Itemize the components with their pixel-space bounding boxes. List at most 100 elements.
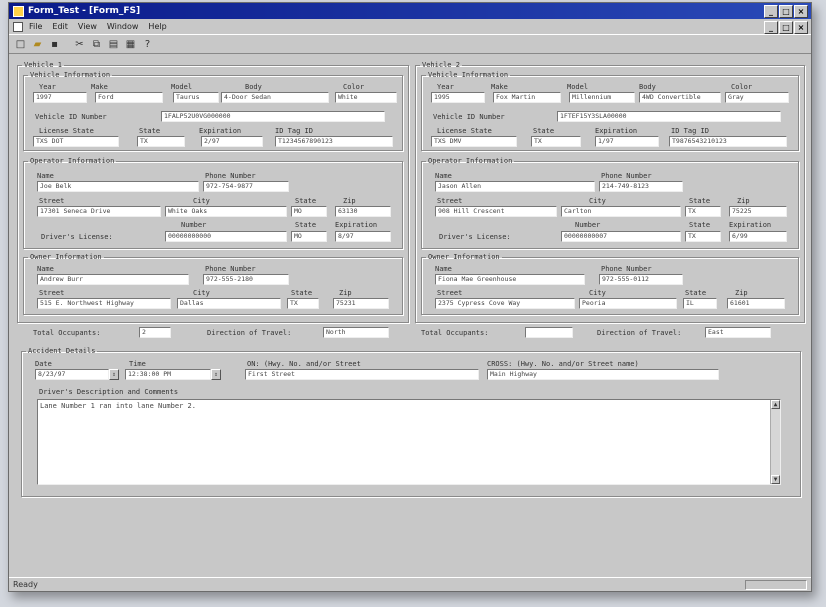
minimize-icon[interactable]: _ (764, 5, 778, 18)
v2-occupants-field[interactable] (525, 327, 573, 338)
app-icon (13, 5, 24, 17)
v2-occupants-label: Total Occupants: (421, 329, 489, 337)
scroll-down-icon[interactable]: ▼ (771, 475, 780, 484)
v2-tag-field[interactable]: T9876543210123 (669, 136, 787, 147)
help-icon[interactable]: ? (142, 39, 153, 50)
accident-time-field[interactable]: 12:38:00 PM (125, 369, 211, 380)
v1-own-zip-field[interactable]: 75231 (333, 298, 389, 309)
v1-license-state-label: License State (39, 127, 94, 135)
v1-direction-field[interactable]: North (323, 327, 389, 338)
narrative-textarea[interactable]: Lane Number 1 ran into lane Number 2. ▲ … (37, 399, 781, 485)
v1-op-state-label: State (295, 197, 317, 205)
time-spin-icon[interactable]: ⇕ (211, 369, 221, 380)
v1-dl-number-field[interactable]: 00000000000 (165, 231, 287, 242)
menu-view[interactable]: View (78, 22, 97, 31)
v1-license-state-field[interactable]: TXS DOT (33, 136, 119, 147)
copy-icon[interactable]: ⧉ (91, 39, 102, 50)
v2-color-field[interactable]: Gray (725, 92, 789, 103)
close-icon[interactable]: × (794, 5, 808, 18)
paste-icon[interactable]: ▤ (108, 39, 119, 50)
v2-own-phone-field[interactable]: 972-555-0112 (599, 274, 683, 285)
print-icon[interactable]: ▦ (125, 39, 136, 50)
menu-window[interactable]: Window (107, 22, 139, 31)
v2-own-name-field[interactable]: Fiona Mae Greenhouse (435, 274, 585, 285)
date-spin-icon[interactable]: ⇕ (109, 369, 119, 380)
v1-own-phone-field[interactable]: 972-555-2180 (203, 274, 289, 285)
vehicle2-info-legend: Vehicle Information (428, 71, 509, 79)
v2-op-zip-field[interactable]: 75225 (729, 206, 787, 217)
scroll-up-icon[interactable]: ▲ (771, 400, 780, 409)
v2-own-state-field[interactable]: IL (683, 298, 717, 309)
v1-own-street-field[interactable]: 515 E. Northwest Highway (37, 298, 171, 309)
v2-dl-expiration-field[interactable]: 6/99 (729, 231, 787, 242)
v2-direction-field[interactable]: East (705, 327, 771, 338)
v2-dl-number-field[interactable]: 00000000007 (561, 231, 681, 242)
v1-dl-expiration-field[interactable]: 8/97 (335, 231, 391, 242)
v2-own-zip-field[interactable]: 61601 (727, 298, 785, 309)
v2-own-city-field[interactable]: Peoria (579, 298, 677, 309)
v2-make-field[interactable]: Fox Martin (493, 92, 561, 103)
menu-edit[interactable]: Edit (52, 22, 68, 31)
v2-op-state-field[interactable]: TX (685, 206, 721, 217)
v1-own-city-field[interactable]: Dallas (177, 298, 281, 309)
menu-file[interactable]: File (29, 22, 42, 31)
v1-own-state-field[interactable]: TX (287, 298, 319, 309)
v2-license-state-field[interactable]: TXS DMV (431, 136, 517, 147)
v1-op-state-field[interactable]: MO (291, 206, 327, 217)
v1-op-name-field[interactable]: Joe Belk (37, 181, 199, 192)
v2-vin-field[interactable]: 1FTEF15Y3SLA00000 (557, 111, 781, 122)
v2-own-street-field[interactable]: 2375 Cypress Cove Way (435, 298, 575, 309)
menu-help[interactable]: Help (148, 22, 166, 31)
accident-date-field[interactable]: 8/23/97 (35, 369, 109, 380)
v2-op-street-field[interactable]: 908 Hill Crescent (435, 206, 557, 217)
v2-dl-state-field[interactable]: TX (685, 231, 721, 242)
save-icon[interactable]: ▪ (49, 39, 60, 50)
v2-model-field[interactable]: Millennium (569, 92, 635, 103)
open-folder-icon[interactable]: ▰ (32, 39, 43, 50)
v1-model-field[interactable]: Taurus (173, 92, 219, 103)
v1-own-zip-label: Zip (339, 289, 352, 297)
v2-state-field[interactable]: TX (531, 136, 581, 147)
vehicle2-operator-legend: Operator Information (428, 157, 513, 165)
v1-op-city-field[interactable]: White Oaks (165, 206, 287, 217)
v2-body-field[interactable]: 4WD Convertible (639, 92, 721, 103)
v1-op-zip-label: Zip (343, 197, 356, 205)
v1-body-field[interactable]: 4-Door Sedan (221, 92, 329, 103)
new-file-icon[interactable]: □ (15, 39, 26, 50)
child-minimize-icon[interactable]: _ (764, 21, 778, 34)
v1-tag-field[interactable]: T1234567890123 (275, 136, 393, 147)
v1-year-label: Year (39, 83, 56, 91)
title-bar[interactable]: Form_Test - [Form_FS] _ □ × (9, 3, 811, 19)
cut-icon[interactable]: ✂ (74, 39, 85, 50)
v1-own-name-field[interactable]: Andrew Burr (37, 274, 189, 285)
accident-on-street-field[interactable]: First Street (245, 369, 479, 380)
narrative-scrollbar[interactable]: ▲ ▼ (770, 400, 780, 484)
v1-year-field[interactable]: 1997 (33, 92, 87, 103)
v1-dl-state-field[interactable]: MO (291, 231, 327, 242)
v1-model-label: Model (171, 83, 193, 91)
child-restore-icon[interactable]: □ (779, 21, 793, 34)
v1-op-phone-label: Phone Number (205, 172, 256, 180)
v1-op-street-field[interactable]: 17301 Seneca Drive (37, 206, 161, 217)
v2-year-field[interactable]: 1995 (431, 92, 485, 103)
v1-own-city-label: City (193, 289, 210, 297)
v1-expiration-field[interactable]: 2/97 (201, 136, 263, 147)
v2-op-city-field[interactable]: Carlton (561, 206, 681, 217)
v1-expiration-label: Expiration (199, 127, 242, 135)
v1-state-field[interactable]: TX (137, 136, 185, 147)
v1-vin-field[interactable]: 1FALP52U0VG000000 (161, 111, 385, 122)
v1-make-field[interactable]: Ford (95, 92, 163, 103)
v2-op-name-field[interactable]: Jason Allen (435, 181, 595, 192)
child-close-icon[interactable]: × (794, 21, 808, 34)
v2-own-street-label: Street (437, 289, 463, 297)
accident-cross-street-field[interactable]: Main Highway (487, 369, 719, 380)
v1-color-field[interactable]: White (335, 92, 397, 103)
v1-op-phone-field[interactable]: 972-754-9877 (203, 181, 289, 192)
v2-expiration-field[interactable]: 1/97 (595, 136, 659, 147)
v2-op-phone-field[interactable]: 214-749-8123 (599, 181, 683, 192)
maximize-icon[interactable]: □ (779, 5, 793, 18)
v1-occupants-field[interactable]: 2 (139, 327, 171, 338)
v1-op-zip-field[interactable]: 63130 (335, 206, 391, 217)
v2-own-state-label: State (685, 289, 707, 297)
document-icon[interactable] (13, 21, 23, 32)
